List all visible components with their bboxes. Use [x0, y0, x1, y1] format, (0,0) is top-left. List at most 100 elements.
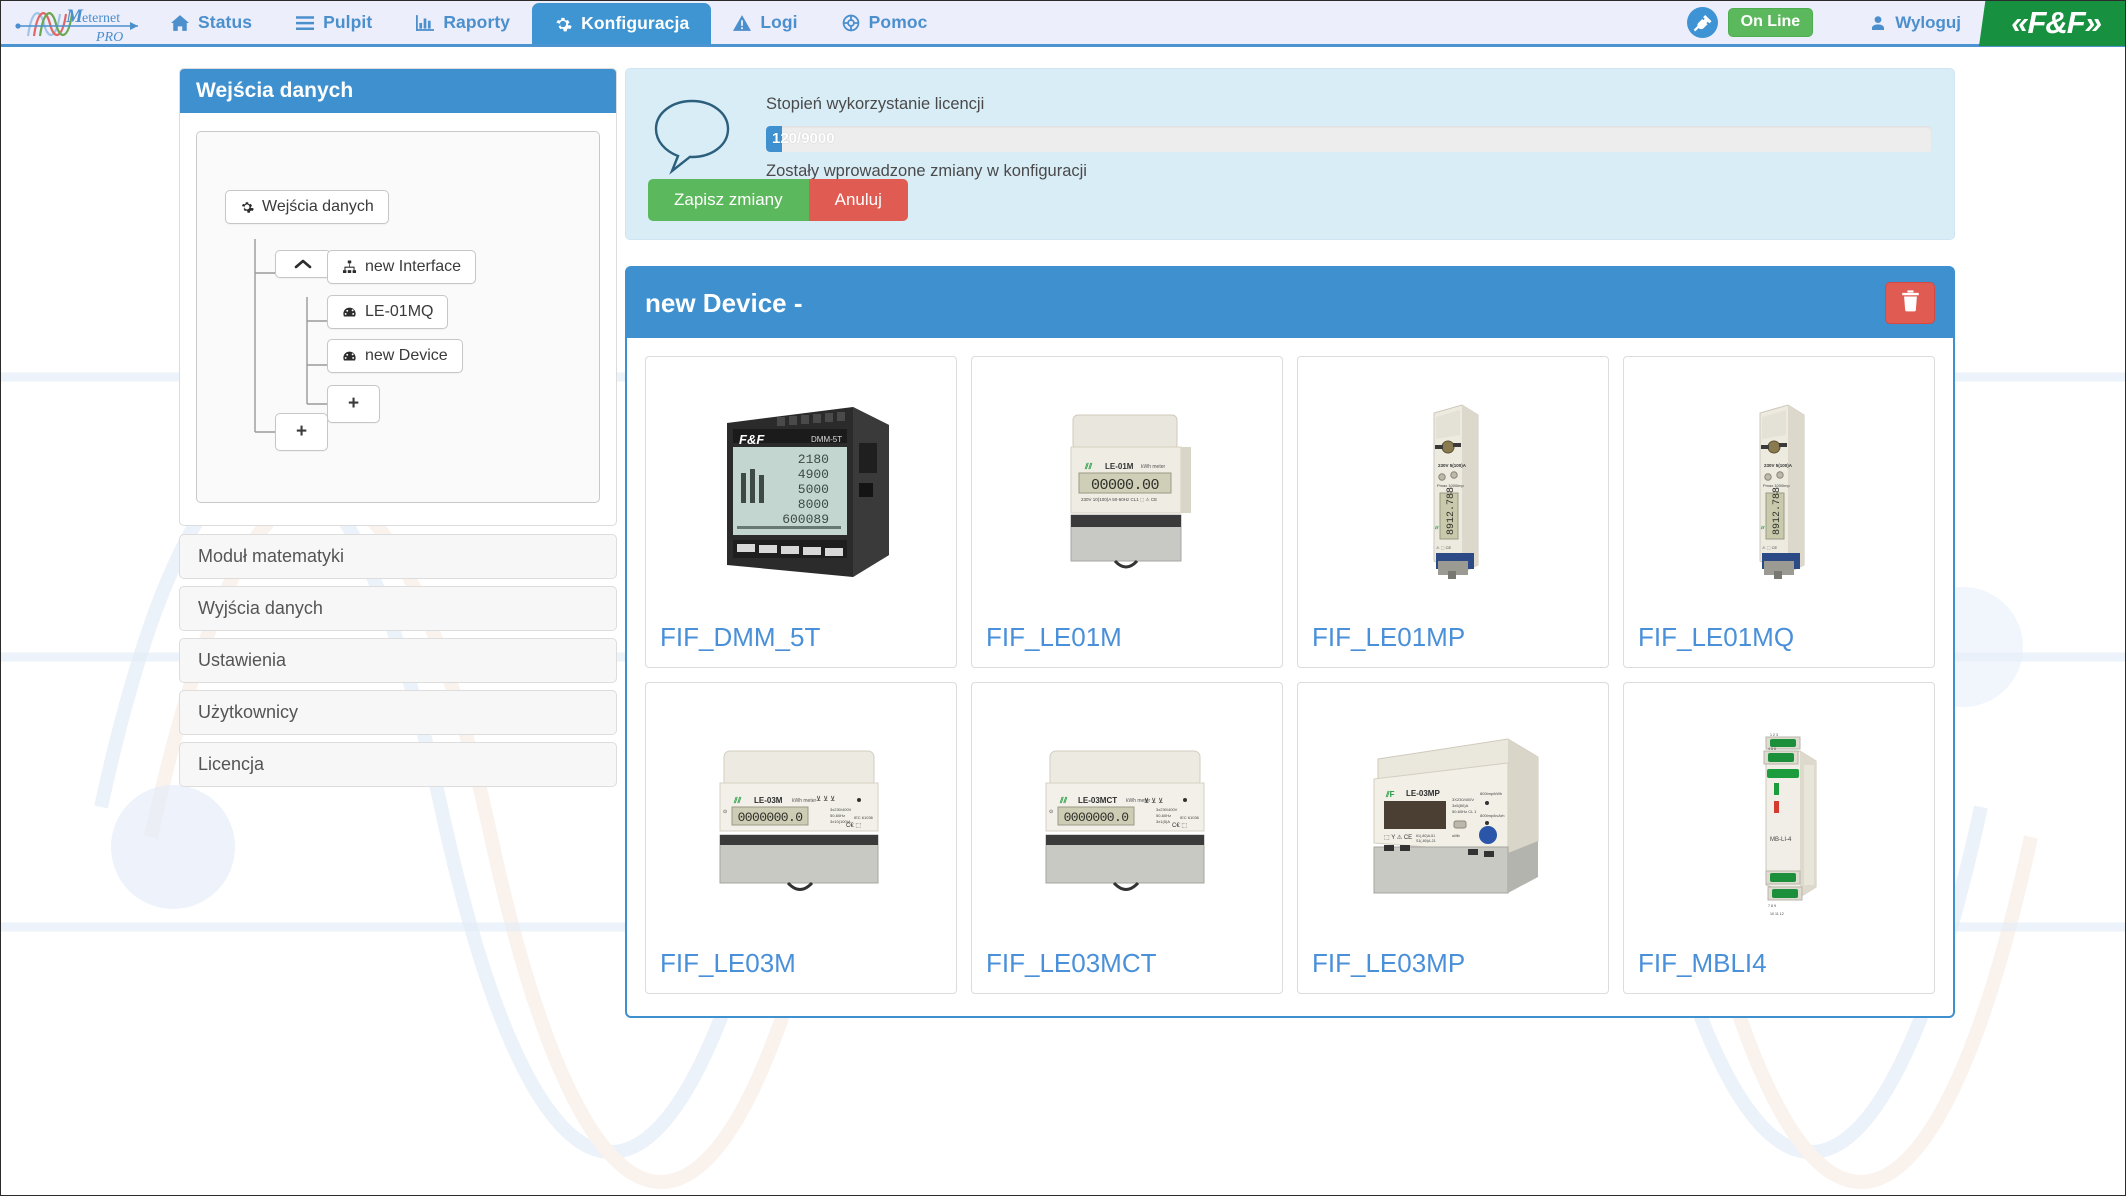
nav-label: Pomoc: [868, 12, 928, 32]
company-logo[interactable]: «F&F»: [1979, 1, 2125, 46]
save-changes-button[interactable]: Zapisz zmiany: [648, 179, 809, 221]
svg-text:⬚ Y ⚠ CE: ⬚ Y ⚠ CE: [1384, 834, 1412, 841]
speech-bubble-icon: [648, 87, 740, 180]
nav-item-raporty[interactable]: Raporty: [394, 1, 532, 44]
svg-text:00000.00: 00000.00: [1091, 477, 1160, 494]
app-window: M eternet PRO Status Pulpit Raporty Konf…: [0, 0, 2126, 1196]
nav-item-status[interactable]: Status: [149, 1, 274, 44]
device-selection-panel: new Device - F&F DMM-5T 2180 4900 5000 8…: [625, 266, 1955, 1018]
svg-text:1 2 3: 1 2 3: [1770, 733, 1778, 737]
device-card[interactable]: 230V 5(100)A Pmax 1000imp 8912.788 ⫽⫽ ⚠ …: [1297, 356, 1609, 668]
svg-text:kWh meter: kWh meter: [1141, 464, 1166, 470]
main-area: Stopień wykorzystanie licencji 120/9000 …: [625, 68, 1955, 1018]
home-icon: [171, 14, 189, 32]
changes-message: Zostały wprowadzone zmiany w konfiguracj…: [766, 162, 1087, 180]
tachometer-icon: [342, 349, 357, 363]
device-card[interactable]: MB-LI-4 1 2 3 4 5 6 7 8 9 10 11 12 FIF_M…: [1623, 682, 1935, 994]
device-card[interactable]: ⫽⫽ LE-03MCT kWh meter 0000000.0 ⊻ ⊻ ⊻ 3x…: [971, 682, 1283, 994]
le-01m-din-meter: ⫽⫽ LE-01M kWh meter 00000.00 230V 10(100…: [986, 369, 1268, 616]
navbar-right: On Line Wyloguj «F&F»: [1686, 1, 2125, 46]
svg-text:10 11 12: 10 11 12: [1770, 912, 1784, 916]
le-03mp-din-meter: ⫽F LE-03MP 3X230/400V 3x5(80)A 50-60Hz C…: [1312, 695, 1594, 942]
tree-node-root[interactable]: Wejścia danych: [225, 190, 389, 224]
svg-text:3x5(80)A: 3x5(80)A: [1452, 803, 1469, 808]
delete-device-button[interactable]: [1885, 282, 1935, 324]
svg-text:0000000.0: 0000000.0: [1064, 810, 1129, 825]
nav-item-logi[interactable]: Logi: [711, 1, 819, 44]
warning-icon: [733, 14, 752, 32]
tree-add-interface-button[interactable]: +: [275, 413, 329, 451]
nav-item-pomoc[interactable]: Pomoc: [820, 1, 950, 44]
svg-text:⫽⫽: ⫽⫽: [1434, 525, 1439, 530]
logout-button[interactable]: Wyloguj: [1869, 13, 1961, 33]
svg-text:3x1(5)A: 3x1(5)A: [1156, 819, 1170, 824]
tree-node-device-1[interactable]: new Device: [327, 339, 463, 373]
tree-node-interface[interactable]: new Interface: [327, 250, 477, 284]
svg-text:230V 5(100)A: 230V 5(100)A: [1438, 463, 1467, 468]
sidebar-item-data-outputs[interactable]: Wyjścia danych: [179, 586, 617, 631]
lifebuoy-icon: [842, 14, 860, 32]
device-name: FIF_LE01MQ: [1638, 622, 1795, 652]
license-usage-label: Stopień wykorzystanie licencji: [766, 95, 985, 113]
device-name: FIF_LE03MP: [1312, 948, 1466, 978]
sidebar-item-users[interactable]: Użytkownicy: [179, 690, 617, 735]
le-01mq-din-meter: 230V 5(100)A Pmax 1000imp 8912.788 ⫽⫽ ⚠ …: [1638, 369, 1920, 616]
svg-text:8000: 8000: [798, 497, 829, 512]
svg-text:230V 10(100)A 50-60Hz CL1 ⬚ ⚠: 230V 10(100)A 50-60Hz CL1 ⬚ ⚠ CE: [1081, 497, 1157, 502]
tachometer-icon: [342, 305, 357, 319]
tree-add-device-button[interactable]: +: [327, 385, 381, 423]
device-card[interactable]: F&F DMM-5T 2180 4900 5000 8000 600089 FI…: [645, 356, 957, 668]
panel-title: Wejścia danych: [180, 69, 616, 113]
device-grid: F&F DMM-5T 2180 4900 5000 8000 600089 FI…: [627, 338, 1953, 1016]
le-03mct-din-meter: ⫽⫽ LE-03MCT kWh meter 0000000.0 ⊻ ⊻ ⊻ 3x…: [986, 695, 1268, 942]
top-navbar: M eternet PRO Status Pulpit Raporty Konf…: [1, 1, 2125, 47]
nav-item-pulpit[interactable]: Pulpit: [274, 1, 394, 44]
svg-text:5000: 5000: [798, 482, 829, 497]
svg-text:⊻ ⊻ ⊻: ⊻ ⊻ ⊻: [816, 795, 835, 803]
svg-text:50-60Hz: 50-60Hz: [830, 813, 845, 818]
device-name: FIF_LE03M: [660, 948, 796, 978]
device-card[interactable]: 230V 5(100)A Pmax 1000imp 8912.788 ⫽⫽ ⚠ …: [1623, 356, 1935, 668]
cancel-button[interactable]: Anuluj: [808, 179, 908, 221]
sidebar-item-math-module[interactable]: Moduł matematyki: [179, 534, 617, 579]
svg-text:C€ ⬚: C€ ⬚: [846, 823, 861, 829]
svg-text:uMb: uMb: [1452, 833, 1461, 838]
sidebar-item-settings[interactable]: Ustawienia: [179, 638, 617, 683]
svg-text:kWh meter: kWh meter: [792, 798, 817, 804]
nav-label: Konfiguracja: [581, 13, 690, 33]
company-logo-text: «F&F»: [2011, 4, 2102, 40]
svg-text:S1(-80)A-21: S1(-80)A-21: [1416, 839, 1436, 843]
device-card[interactable]: ⫽F LE-03MP 3X230/400V 3x5(80)A 50-60Hz C…: [1297, 682, 1609, 994]
svg-text:3x230/400V: 3x230/400V: [1156, 807, 1178, 812]
svg-text:LE-03MP: LE-03MP: [1406, 789, 1440, 798]
tree-node-label: Wejścia danych: [262, 198, 374, 215]
sidebar-menu: Moduł matematyki Wyjścia danych Ustawien…: [179, 534, 617, 787]
main-nav: Status Pulpit Raporty Konfiguracja Logi …: [149, 1, 950, 44]
device-card[interactable]: ⫽⫽ LE-03M kWh meter 0000000.0 ⊻ ⊻ ⊻ 3x23…: [645, 682, 957, 994]
svg-text:8912.788: 8912.788: [1446, 486, 1457, 534]
device-name: FIF_LE01M: [986, 622, 1122, 652]
license-alert: Stopień wykorzystanie licencji 120/9000 …: [625, 68, 1955, 240]
gear-icon: [240, 200, 254, 214]
svg-text:800imp/kvArh: 800imp/kvArh: [1480, 813, 1504, 818]
svg-text:MB-LI-4: MB-LI-4: [1770, 837, 1792, 843]
tree-node-device-0[interactable]: LE-01MQ: [327, 295, 449, 329]
svg-text:⫽⫽: ⫽⫽: [1760, 525, 1765, 530]
nav-item-konfiguracja[interactable]: Konfiguracja: [532, 3, 712, 44]
app-logo[interactable]: M eternet PRO: [1, 1, 149, 45]
svg-text:⊙: ⊙: [723, 809, 727, 815]
device-tree: Wejścia danych new Interface LE-01MQ new…: [196, 131, 600, 503]
svg-text:61(-80)A-51: 61(-80)A-51: [1416, 834, 1435, 838]
svg-text:IEC 61036: IEC 61036: [854, 815, 874, 820]
sidebar-item-license[interactable]: Licencja: [179, 742, 617, 787]
plug-icon[interactable]: [1686, 7, 1718, 38]
device-card[interactable]: ⫽⫽ LE-01M kWh meter 00000.00 230V 10(100…: [971, 356, 1283, 668]
nav-label: Status: [198, 12, 253, 32]
device-panel-title: new Device -: [645, 287, 803, 318]
svg-text:3X230/400V: 3X230/400V: [1452, 797, 1474, 802]
page-content: Wejścia danych Wejścia danych new Interf…: [1, 50, 2125, 1195]
svg-text:⚠ ⬚ CE: ⚠ ⬚ CE: [1762, 545, 1777, 550]
tree-collapse-toggle[interactable]: [275, 250, 331, 278]
svg-text:C€ ⬚: C€ ⬚: [1172, 823, 1187, 829]
svg-text:⫽F: ⫽F: [1385, 790, 1395, 799]
